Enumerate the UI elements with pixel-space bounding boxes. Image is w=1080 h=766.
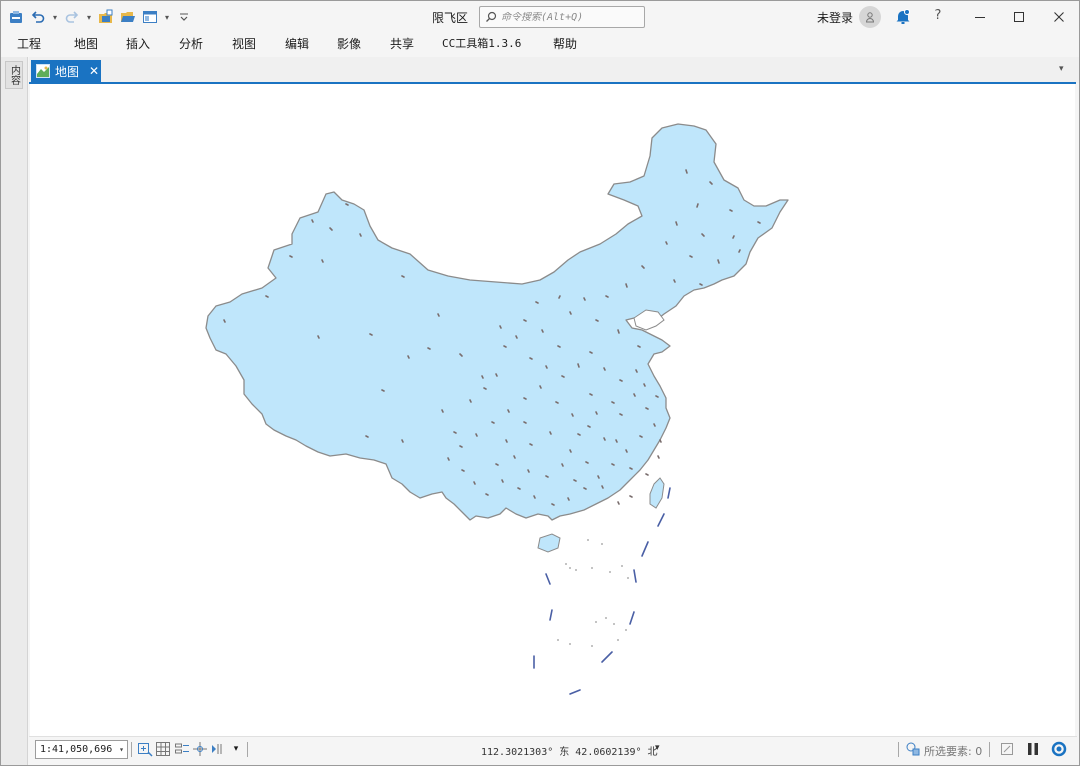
status-bar: 1:41,050,696 ▾ ▾ 112.3021303° 东 42.06021… <box>29 736 1077 762</box>
menu-analysis[interactable]: 分析 <box>179 35 203 53</box>
status-divider <box>247 742 248 757</box>
status-divider <box>989 742 990 757</box>
coordinate-format-chevron-icon[interactable]: ▾ <box>655 743 660 753</box>
tab-list-chevron-icon[interactable]: ▾ <box>1059 64 1073 78</box>
menu-project[interactable]: 工程 <box>17 35 41 53</box>
search-icon <box>486 11 497 22</box>
customize-qat-icon[interactable] <box>175 8 193 26</box>
map-tab-icon <box>36 64 50 78</box>
menu-cc-toolbox[interactable]: CC工具箱1.3.6 <box>442 35 521 53</box>
minimize-icon <box>975 17 985 18</box>
close-icon <box>1054 12 1064 22</box>
hainan-polygon <box>537 533 561 553</box>
more-tools-chevron-icon[interactable]: ▾ <box>228 741 244 757</box>
pause-drawing-icon[interactable] <box>210 741 226 757</box>
sign-in-status[interactable]: 未登录 <box>817 9 853 26</box>
navigate-icon[interactable] <box>192 741 208 757</box>
contents-pane-label: 内容 <box>8 65 20 85</box>
menu-view[interactable]: 视图 <box>232 35 256 53</box>
undo-icon[interactable] <box>29 8 47 26</box>
south-sea-islands <box>557 539 629 647</box>
menu-share[interactable]: 共享 <box>390 35 414 53</box>
status-divider <box>131 742 132 757</box>
menu-insert[interactable]: 插入 <box>126 35 150 53</box>
map-scale-dropdown[interactable]: 1:41,050,696 ▾ <box>35 740 128 759</box>
mainland-polygon <box>205 123 789 521</box>
command-search-input[interactable] <box>501 11 631 23</box>
help-icon[interactable]: ? <box>931 8 945 26</box>
close-tab-icon[interactable]: ✕ <box>89 64 99 78</box>
open-project-icon[interactable] <box>119 8 137 26</box>
menu-map[interactable]: 地图 <box>74 35 98 53</box>
selected-features-count: 所选要素: 0 <box>924 745 983 758</box>
snapping-icon[interactable] <box>174 741 190 757</box>
pause-icon[interactable] <box>1025 741 1041 757</box>
title-bar: ▾ ▾ ▾ 限飞区 未登录 <box>1 1 1079 33</box>
view-layout-icon[interactable] <box>141 8 159 26</box>
menu-edit[interactable]: 编辑 <box>285 35 309 53</box>
close-window-button[interactable] <box>1046 5 1072 29</box>
notification-bell-icon[interactable] <box>894 8 912 26</box>
selection-icon[interactable] <box>905 741 921 757</box>
menu-imagery[interactable]: 影像 <box>337 35 361 53</box>
cursor-coordinates: 112.3021303° 东 42.0602139° 北 <box>481 747 658 758</box>
map-scale-value: 1:41,050,696 <box>40 744 113 755</box>
quick-access-toolbar: ▾ ▾ ▾ <box>7 7 193 27</box>
view-dropdown-icon[interactable]: ▾ <box>163 8 171 26</box>
tab-map-label: 地图 <box>55 64 80 79</box>
redo-dropdown-icon[interactable]: ▾ <box>85 8 93 26</box>
app-window: ▾ ▾ ▾ 限飞区 未登录 <box>0 0 1080 766</box>
menu-help[interactable]: 帮助 <box>553 35 577 53</box>
command-search-box[interactable] <box>479 6 645 28</box>
refresh-view-icon[interactable] <box>999 741 1015 757</box>
redo-icon[interactable] <box>63 8 81 26</box>
side-panel-strip: 内容 <box>1 57 28 765</box>
ribbon-tab-bar: 工程 地图 插入 分析 视图 编辑 影像 共享 CC工具箱1.3.6 帮助 <box>1 33 1079 55</box>
avatar[interactable] <box>859 6 881 28</box>
taiwan-polygon <box>649 477 665 509</box>
project-icon[interactable] <box>7 8 25 26</box>
new-project-icon[interactable] <box>97 8 115 26</box>
tab-map[interactable]: 地图 ✕ <box>31 60 101 82</box>
document-tab-bar: 地图 ✕ <box>29 57 1079 83</box>
fixed-zoom-icon[interactable] <box>137 741 153 757</box>
window-title: 限飞区 <box>432 11 469 25</box>
map-canvas[interactable] <box>30 84 1075 736</box>
map-view[interactable] <box>30 84 1075 736</box>
contents-pane-tab[interactable]: 内容 <box>5 61 23 89</box>
maximize-button[interactable] <box>1006 5 1032 29</box>
chevron-down-icon: ▾ <box>119 745 124 754</box>
undo-dropdown-icon[interactable]: ▾ <box>51 8 59 26</box>
minimize-button[interactable] <box>967 5 993 29</box>
maximize-icon <box>1014 12 1024 22</box>
drawing-progress-icon <box>1051 741 1067 757</box>
grid-icon[interactable] <box>155 741 171 757</box>
user-icon <box>865 12 875 23</box>
status-divider <box>898 742 899 757</box>
